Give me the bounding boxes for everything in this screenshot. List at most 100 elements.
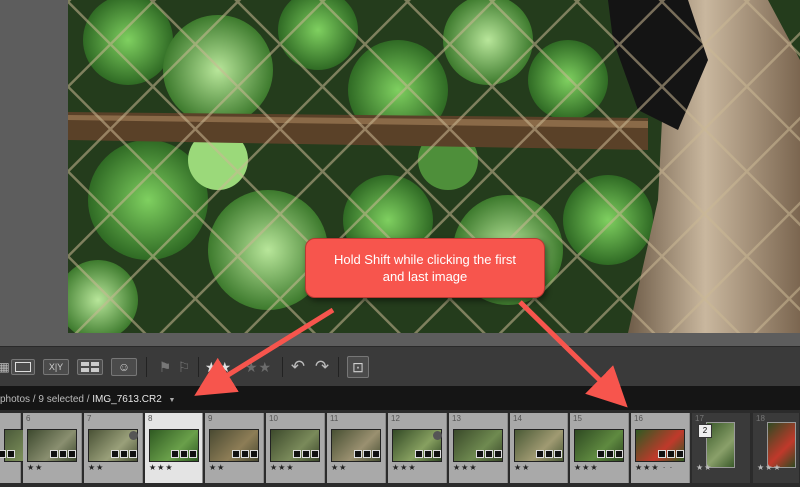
thumbnail-index: 11 [330,414,339,423]
breadcrumb-path: photos / 9 selected / [0,394,93,405]
thumbnail-badges [232,450,258,458]
badge-icon [189,450,197,458]
filmstrip-thumbnail[interactable]: 13 ★★★ [449,413,508,483]
filmstrip-thumbnail[interactable]: 11 ★★ [327,413,386,483]
flag-reject-icon[interactable]: ⚐ [175,347,193,387]
badge-icon [424,450,432,458]
preview-background [68,333,800,346]
badge-icon [415,450,423,458]
thumbnail-rating: ★★★ [574,463,599,472]
badge-icon [545,450,553,458]
thumbnail-badges [354,450,380,458]
filmstrip-thumbnail[interactable]: 9 ★★ [205,413,264,483]
people-view-button[interactable]: ☺ [110,347,138,387]
thumbnail-badges [50,450,76,458]
dropdown-icon[interactable]: ▼ [169,397,176,404]
badge-icon [667,450,675,458]
filmstrip-thumbnail[interactable]: 14 ★★ [510,413,568,483]
rating-stars-empty[interactable]: ★★ [245,359,272,376]
badge-icon [0,450,6,458]
loupe-view-button[interactable] [10,347,36,387]
badge-icon [354,450,362,458]
filmstrip-thumbnail[interactable]: 8 ★★★ [145,413,203,483]
badge-icon [180,450,188,458]
badge-icon [311,450,319,458]
badge-icon [68,450,76,458]
badge-icon [597,450,605,458]
survey-icon [77,359,103,375]
filmstrip: 6 ★★ 7 ★★ 8 ★★★ 9 ★★ 10 ★★★ 11 ★★ 12 ★★★ 13 ★★★ 14 ★★ 15 ★★… [0,410,800,487]
thumbnail-index: 14 [513,414,522,423]
filmstrip-thumbnail[interactable] [0,413,54,483]
badge-icon [50,450,58,458]
thumbnail-index: 16 [634,414,643,423]
callout-text: Hold Shift while clicking the first and … [333,252,517,284]
badge-icon [293,450,301,458]
badge-icon [658,450,666,458]
filmstrip-thumbnail[interactable]: 17 2 ★★ [692,413,751,483]
filmstrip-thumbnail[interactable]: 12 ★★★ [388,413,447,483]
crop-overlay-button[interactable]: ⊡ [345,347,371,387]
thumbnail-rating: ★★ [27,463,44,472]
badge-icon [59,450,67,458]
survey-view-button[interactable] [76,347,104,387]
badge-icon [111,450,119,458]
thumbnail-badges [171,450,197,458]
thumbnail-index: 13 [452,414,461,423]
selected-filename: IMG_7613.CR2 [92,394,162,405]
thumbnail-badges [0,450,15,458]
loupe-icon [11,359,35,375]
breadcrumb[interactable]: photos / 9 selected / IMG_7613.CR2 ▼ [0,394,175,405]
left-panel [0,0,68,346]
rotate-right-icon[interactable]: ↷ [312,347,332,387]
compare-view-button[interactable]: X|Y [42,347,70,387]
flag-pick-icon[interactable]: ⚑ [156,347,174,387]
badge-icon [129,450,137,458]
badge-icon [7,450,15,458]
people-icon: ☺ [111,358,137,376]
badge-icon [363,450,371,458]
thumbnail-rating: ★★ [331,463,348,472]
grid-view-button[interactable]: ▦ [0,347,10,387]
filmstrip-thumbnail[interactable]: 10 ★★★ [266,413,325,483]
thumbnail-index: 15 [573,414,582,423]
badge-icon [433,450,441,458]
filmstrip-thumbnail[interactable]: 6 ★★ [23,413,82,483]
grid-icon: ▦ [0,360,10,374]
thumbnail-rating: ★★★ [270,463,295,472]
thumbnail-index: 12 [391,414,400,423]
thumbnail-rating: ★★★ · · [635,463,674,472]
filmstrip-thumbnail[interactable]: 16 ★★★ · · [631,413,690,483]
thumbnail-rating: ★★ [88,463,105,472]
thumbnail-index: 6 [26,414,31,423]
badge-icon [241,450,249,458]
badge-icon [485,450,493,458]
thumbnail-index: 8 [148,414,153,423]
badge-icon [606,450,614,458]
thumbnail-rating: ★★ [696,463,713,472]
thumbnail-index: 10 [269,414,278,423]
thumbnail-badges [111,450,137,458]
badge-icon [554,450,562,458]
filmstrip-thumbnail[interactable]: 15 ★★★ [570,413,629,483]
thumbnail-rating: ★★★ [392,463,417,472]
filmstrip-thumbnail[interactable]: 7 ★★ [84,413,143,483]
toolbar-divider [282,357,283,377]
badge-icon [372,450,380,458]
rating-stars-filled[interactable]: ★★ [205,359,232,376]
stack-count-badge[interactable]: 2 [698,424,712,438]
thumbnail-badges [536,450,562,458]
badge-icon [171,450,179,458]
thumbnail-badges [476,450,502,458]
thumbnail-rating: ★★★ [149,463,174,472]
edit-badge-icon [433,431,442,440]
edit-badge-icon [129,431,138,440]
rotate-left-icon[interactable]: ↶ [288,347,308,387]
thumbnail-image [767,422,796,468]
thumbnail-index: 18 [756,414,765,423]
toolbar-divider [198,357,199,377]
toolbar-divider [338,357,339,377]
thumbnail-rating: ★★★ [757,463,782,472]
filmstrip-thumbnail[interactable]: 18 ★★★ [753,413,800,483]
thumbnail-badges [597,450,623,458]
